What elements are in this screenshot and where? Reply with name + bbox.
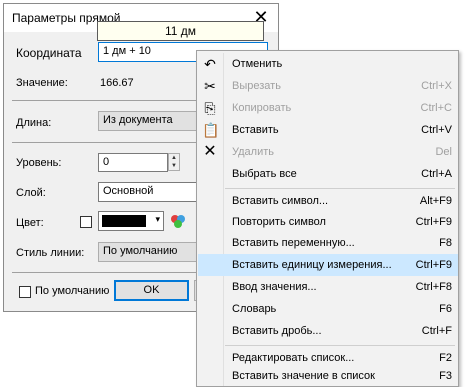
menu-item-copy[interactable]: ⎘ Копировать Ctrl+C xyxy=(198,97,458,119)
color-label: Цвет: xyxy=(16,217,44,229)
menu-item-dictionary[interactable]: Словарь F6 xyxy=(198,298,458,320)
value-tooltip: 11 дм xyxy=(97,21,264,41)
menu-item-undo[interactable]: ↶ Отменить xyxy=(198,53,458,75)
menu-item-cut[interactable]: ✂ Вырезать Ctrl+X xyxy=(198,75,458,97)
copy-icon: ⎘ xyxy=(204,100,216,116)
default-checkbox[interactable] xyxy=(19,286,31,298)
color-palette-icon[interactable] xyxy=(169,212,187,230)
menu-item-insert-symbol[interactable]: Вставить символ... Alt+F9 xyxy=(198,190,458,212)
menu-item-delete[interactable]: ✕ Удалить Del xyxy=(198,141,458,163)
undo-icon: ↶ xyxy=(204,56,216,72)
menu-item-insert-fraction[interactable]: Вставить дробь... Ctrl+F xyxy=(198,320,458,342)
menu-item-repeat-symbol[interactable]: Повторить символ Ctrl+F9 xyxy=(198,211,458,233)
chevron-down-icon: ▾ xyxy=(155,214,160,224)
ok-button[interactable]: OK xyxy=(114,280,189,301)
layer-label: Слой: xyxy=(16,187,46,199)
level-label: Уровень: xyxy=(16,157,62,169)
color-dropdown[interactable]: ▾ xyxy=(98,211,164,231)
coordinate-label: Координата xyxy=(16,46,82,60)
menu-separator xyxy=(225,345,455,346)
value-label: Значение: xyxy=(16,77,68,89)
spin-down-icon[interactable]: ▼ xyxy=(169,162,179,170)
menu-separator xyxy=(225,188,455,189)
paste-icon: 📋 xyxy=(202,122,220,138)
scissors-icon: ✂ xyxy=(204,78,216,94)
context-menu: ↶ Отменить ✂ Вырезать Ctrl+X ⎘ Копироват… xyxy=(196,50,459,387)
menu-item-select-all[interactable]: Выбрать все Ctrl+A xyxy=(198,163,458,185)
spin-up-icon[interactable]: ▲ xyxy=(169,154,179,162)
color-checkbox[interactable] xyxy=(80,216,92,228)
delete-icon: ✕ xyxy=(203,143,217,160)
menu-item-insert-variable[interactable]: Вставить переменную... F8 xyxy=(198,232,458,254)
level-input[interactable]: 0 xyxy=(98,153,168,172)
menu-item-paste[interactable]: 📋 Вставить Ctrl+V xyxy=(198,119,458,141)
value-readout: 166.67 xyxy=(100,77,134,89)
line-style-label: Стиль линии: xyxy=(16,247,85,259)
length-label: Длина: xyxy=(16,117,52,129)
menu-item-insert-value-to-list[interactable]: Вставить значение в список F3 xyxy=(198,365,458,387)
default-checkbox-label: По умолчанию xyxy=(35,285,110,297)
menu-item-insert-unit[interactable]: Вставить единицу измерения... Ctrl+F9 xyxy=(198,254,458,276)
level-spinner[interactable]: ▲ ▼ xyxy=(168,153,180,171)
menu-item-enter-value[interactable]: Ввод значения... Ctrl+F8 xyxy=(198,276,458,298)
color-swatch xyxy=(102,215,146,227)
